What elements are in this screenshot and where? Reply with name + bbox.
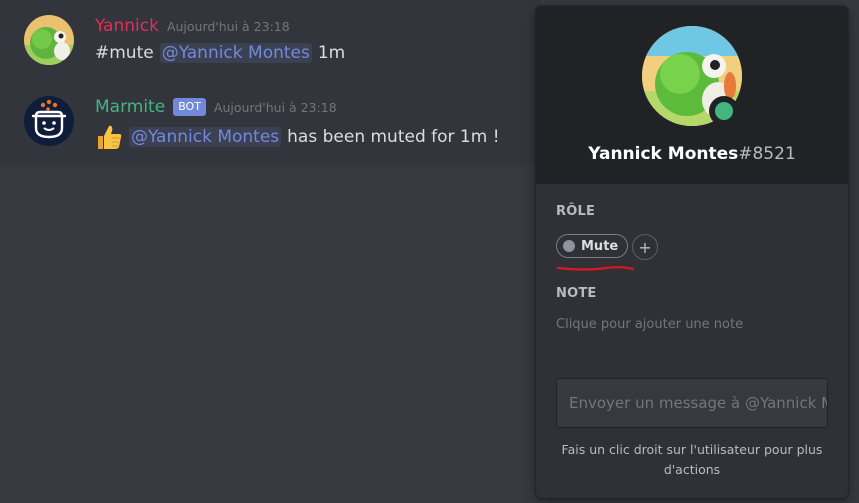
message-text: has been muted for 1m ! [287, 127, 500, 147]
role-name: Mute [581, 238, 619, 254]
plus-icon: + [638, 237, 652, 257]
status-indicator [709, 96, 739, 126]
bot-badge: BOT [173, 98, 206, 116]
profile-username[interactable]: Yannick Montes#8521 [536, 144, 848, 164]
roles-heading: RÔLE [556, 204, 596, 219]
message-content: @Yannick Montes has been muted for 1m ! [95, 124, 500, 150]
command-text: #mute [95, 43, 154, 63]
add-role-button[interactable]: + [632, 234, 658, 260]
timestamp: Aujourd'hui à 23:18 [166, 18, 290, 34]
profile-name: Yannick Montes [588, 144, 739, 164]
note-field[interactable]: Clique pour ajouter une note [556, 317, 743, 332]
profile-header: Yannick Montes#8521 [536, 6, 848, 184]
context-hint: Fais un clic droit sur l'utilisateur pou… [561, 442, 823, 477]
user-mention[interactable]: @Yannick Montes [159, 43, 312, 63]
username[interactable]: Yannick [95, 16, 159, 36]
direct-message-input[interactable]: Envoyer un message à @Yannick Montes [556, 378, 828, 428]
chat-message: Yannick Aujourd'hui à 23:18 #mute @Yanni… [0, 15, 520, 75]
thumbs-up-icon [95, 124, 123, 150]
annotation-underline [556, 266, 635, 271]
user-mention[interactable]: @Yannick Montes [129, 127, 282, 147]
username[interactable]: Marmite [95, 97, 165, 117]
bot-avatar[interactable] [24, 96, 74, 146]
command-arg: 1m [317, 43, 346, 63]
online-status-dot [715, 102, 733, 120]
profile-discriminator: #8521 [738, 144, 796, 164]
message-header: Marmite BOT Aujourd'hui à 23:18 [95, 96, 337, 118]
role-pill[interactable]: Mute [556, 234, 629, 258]
user-profile-popout: Yannick Montes#8521 RÔLE Mute + NOTE Cli… [536, 6, 848, 498]
message-header: Yannick Aujourd'hui à 23:18 [95, 15, 290, 37]
avatar[interactable] [24, 15, 74, 65]
timestamp: Aujourd'hui à 23:18 [213, 99, 337, 115]
note-heading: NOTE [556, 286, 597, 301]
message-content: #mute @Yannick Montes 1m [95, 43, 345, 63]
role-color-dot[interactable] [563, 240, 575, 252]
chat-message: Marmite BOT Aujourd'hui à 23:18 @Yannick… [0, 96, 520, 156]
